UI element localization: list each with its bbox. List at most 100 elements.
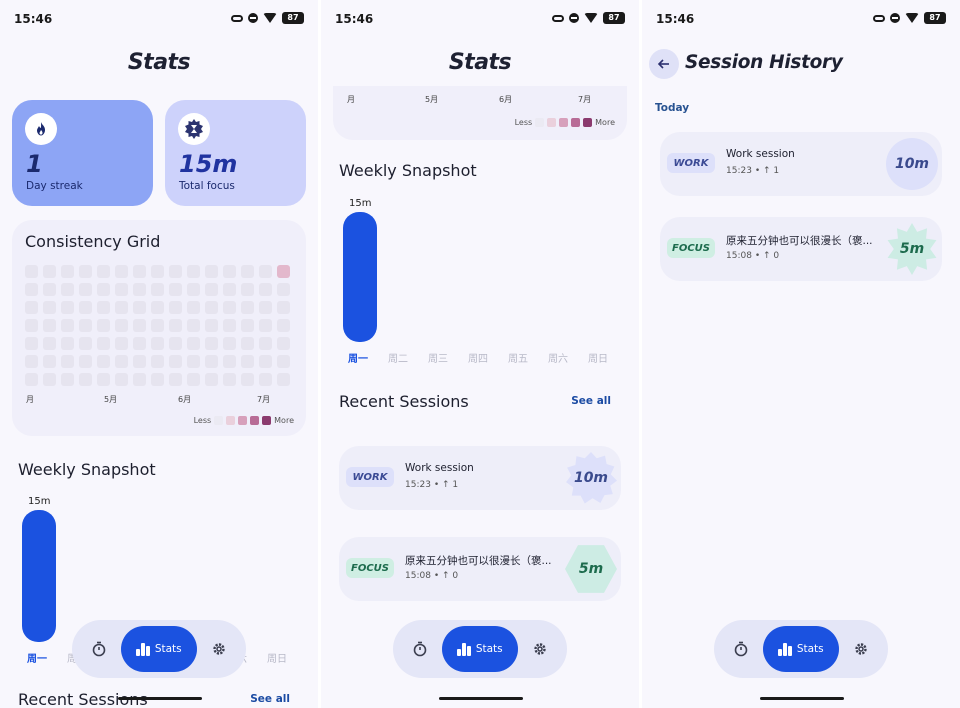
heatmap-cell (258, 372, 273, 387)
back-button[interactable] (649, 49, 679, 79)
session-history-screen: 15:46 87 Session History Today WORK Work… (642, 0, 960, 708)
heatmap-cell (60, 372, 75, 387)
battery-icon: 87 (924, 12, 946, 24)
legend-more: More (595, 118, 615, 127)
heatmap-cell (96, 300, 111, 315)
nav-stats-tab[interactable]: Stats (121, 626, 197, 672)
session-duration-badge: 5m (565, 545, 617, 593)
heatmap-cell (168, 318, 183, 333)
heatmap-cell (78, 318, 93, 333)
heatmap-cell (276, 336, 291, 351)
timer-icon[interactable] (88, 638, 110, 660)
session-tag: WORK (346, 467, 394, 487)
heatmap-cell (186, 318, 201, 333)
heatmap-cell (258, 336, 273, 351)
heatmap-cell (60, 282, 75, 297)
day-label: 周一 (348, 354, 368, 365)
month-label: 月 (26, 395, 34, 404)
stats-screen-top: 15:46 87 Stats 1 Day streak 15m Total fo… (0, 0, 318, 708)
legend-swatch (559, 118, 569, 127)
heatmap-cell (96, 372, 111, 387)
do-not-disturb-icon (890, 13, 900, 23)
session-time: 15:23 (405, 480, 431, 490)
nav-stats-label: Stats (475, 643, 503, 655)
day-label: 周二 (388, 354, 408, 365)
total-focus-value: 15m (179, 150, 238, 178)
heatmap-cell (132, 354, 147, 369)
session-title: Work session (405, 462, 474, 474)
consistency-grid-card: 月 5月 6月 7月 Less More (333, 86, 627, 140)
heatmap-cell (204, 336, 219, 351)
streak-value: 1 (26, 150, 43, 178)
heatmap-cell (25, 354, 39, 369)
session-card-work[interactable]: WORK Work session 15:23 • ↑ 1 10m (660, 132, 942, 196)
legend-swatch (250, 416, 260, 425)
gear-icon[interactable] (208, 638, 230, 660)
heatmap-cell (168, 372, 183, 387)
heatmap-cell (240, 336, 255, 351)
heatmap-cell (132, 282, 147, 297)
home-indicator (118, 697, 202, 700)
legend-swatch (226, 416, 236, 425)
heatmap-cell (240, 300, 255, 315)
heatmap-cell (222, 265, 237, 279)
day-label: 周三 (428, 354, 448, 365)
gear-icon[interactable] (850, 638, 872, 660)
gear-icon[interactable] (529, 638, 551, 660)
heatmap-cell (204, 354, 219, 369)
session-card-work[interactable]: WORK Work session 15:23 • ↑ 1 10m (339, 446, 621, 510)
see-all-link[interactable]: See all (250, 693, 290, 705)
see-all-link[interactable]: See all (571, 395, 611, 407)
meta-separator: • (433, 480, 440, 490)
bottom-nav: Stats (393, 620, 567, 678)
heatmap-cell (186, 336, 201, 351)
heatmap-cell (150, 336, 165, 351)
heatmap-cell (114, 265, 129, 279)
heatmap-cell (60, 336, 75, 351)
recent-sessions-title: Recent Sessions (339, 392, 469, 411)
heatmap-cell (78, 336, 93, 351)
legend-swatch (262, 416, 272, 425)
heatmap-cell (114, 354, 129, 369)
session-meta: 15:08 • ↑ 0 (405, 571, 458, 581)
nav-stats-tab[interactable]: Stats (763, 626, 839, 672)
heatmap-cell (240, 265, 255, 279)
session-count: ↑ 1 (763, 166, 780, 176)
nav-stats-tab[interactable]: Stats (442, 626, 518, 672)
session-meta: 15:08 • ↑ 0 (726, 251, 779, 261)
day-streak-card: 1 Day streak (12, 100, 153, 206)
day-label: 周日 (267, 654, 287, 665)
session-card-focus[interactable]: FOCUS 原来五分钟也可以很漫长（褒... 15:08 • ↑ 0 5m (339, 537, 621, 601)
timer-icon[interactable] (730, 638, 752, 660)
heatmap-cell (258, 300, 273, 315)
weekly-bar-monday (22, 510, 56, 642)
heatmap-cell (42, 265, 57, 279)
total-focus-card: 15m Total focus (165, 100, 306, 206)
heatmap-cell (222, 300, 237, 315)
weekly-bar-monday (343, 212, 377, 342)
status-bar: 15:46 87 (321, 0, 639, 38)
month-label: 月 (347, 95, 355, 104)
heatmap-cell (168, 354, 183, 369)
heatmap-cell (42, 336, 57, 351)
month-labels: 月 5月 6月 7月 (345, 94, 615, 106)
bottom-nav: Stats (72, 620, 246, 678)
group-label-today: Today (655, 102, 690, 114)
heatmap-cell (204, 300, 219, 315)
timer-icon[interactable] (409, 638, 431, 660)
heatmap-cell (150, 318, 165, 333)
heatmap-cell (186, 282, 201, 297)
session-card-focus[interactable]: FOCUS 原来五分钟也可以很漫长（褒... 15:08 • ↑ 0 5m (660, 217, 942, 281)
session-tag: WORK (667, 153, 715, 173)
heatmap-cell (168, 300, 183, 315)
heatmap-cell (25, 318, 39, 333)
heatmap-cell (204, 372, 219, 387)
heatmap-cell (276, 265, 291, 279)
heatmap-cell (150, 282, 165, 297)
month-label: 5月 (104, 395, 118, 404)
heatmap-cell (258, 282, 273, 297)
wifi-icon (584, 13, 598, 23)
heatmap-cell (258, 354, 273, 369)
bar-chart-icon (136, 642, 150, 656)
bar-value-label: 15m (349, 198, 372, 209)
